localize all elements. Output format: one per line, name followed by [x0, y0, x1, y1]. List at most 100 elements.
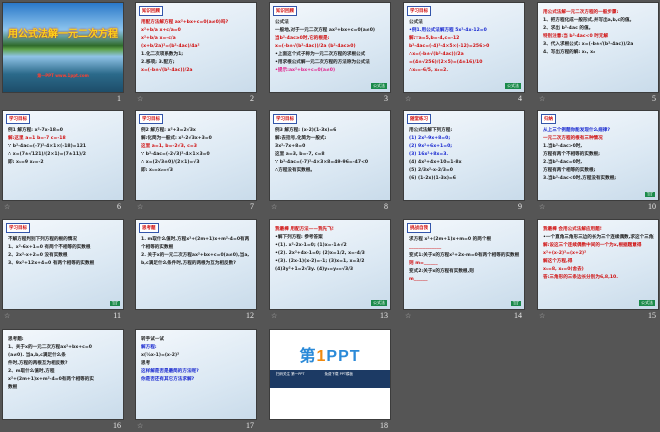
slide-number: 14 — [514, 311, 522, 320]
slide-text-line: 1.当b²-4ac>0时, — [543, 144, 583, 149]
slide-text-line: 解:设这三个连续偶数中间的一个为x,根据题意得 — [543, 243, 642, 248]
slide-text-line: x₁=8, x₂=0(舍去) — [543, 267, 584, 272]
slide-text-line: 2. 关于x的一元二次方程ax²+bx+c=0(a≠0),当a, — [141, 253, 250, 258]
slide-number: 12 — [246, 311, 254, 320]
slide-badge: 公式法 — [371, 83, 387, 89]
slide-text-line: 解:去括号,化简为一般式: — [275, 136, 327, 141]
slide-text-line: 1.化二次项系数为1; — [141, 52, 184, 57]
slide-thumbnail-7[interactable]: 学习目标例2 解方程: x²+3=2√3x 解:化简为一般式: x²-2√3x+3… — [136, 111, 256, 200]
slide-text-line: (a≠0). 当a,b,c满足什么条 — [8, 353, 66, 358]
slide-body: 用配方法解方程 ax²+bx+c=0(a≠0)吗? x²+b/a x+c/a=0 x… — [141, 19, 252, 75]
slide-text-line: 例2 解方程: x²+3=2√3x — [141, 128, 196, 133]
slide-text-line: 用公式法解一元二次方程的一般步骤: — [543, 10, 619, 15]
slide-text-line: 则 m=______ — [409, 261, 438, 266]
slide-thumbnail-4[interactable]: 学习目标 公式法 •例1.用公式法解方程 5x²-4x-12=0 解:∵a=5,b=-… — [404, 3, 524, 92]
animation-star-icon[interactable]: ☆ — [271, 203, 277, 211]
animation-star-icon[interactable]: ☆ — [137, 95, 143, 103]
animation-star-icon[interactable]: ☆ — [4, 312, 10, 320]
animation-star-icon[interactable]: ☆ — [539, 312, 545, 320]
animation-star-icon[interactable]: ☆ — [539, 95, 545, 103]
slide-body: 例3 解方程: (x-2)(1-3x)=6 解:去括号,化简为一般式: 3x²-7x… — [275, 127, 386, 175]
slide-text-line: 公式法 — [409, 20, 423, 25]
slide-text-line: 解:这里 a=1 b=-7 c=-18 — [8, 136, 66, 141]
slide-thumbnail-9[interactable]: 随堂练习 用公式法解下列方程: (1) 2x²-9x+8=0; (2) 9x²+6x+… — [404, 111, 524, 200]
slide-text-line: 你是否还有其它方法求解? — [141, 377, 195, 382]
slide-text-line: 这里 a=3, b=-7, c=8 — [275, 152, 325, 157]
slide-thumbnail-13[interactable]: 我最棒 用配方法——我先飞! •解下列方程: 参考答案 •(1). x²-2x-1=… — [270, 220, 390, 309]
slide-text-line: •(2). 2x²+4x-1=0; (2)x=1/2, x=-4/3 — [275, 251, 365, 256]
slide-thumbnail-12[interactable]: 思考题 1. m取什么值时,方程x²+(2m+1)x+m²-4=0有两 个相等的实数… — [136, 220, 256, 309]
slide-text-line: 解这个方程,得 — [543, 259, 573, 264]
slide-number: 7 — [250, 202, 254, 211]
slide-body: 转手试一试 解方程: x(½x-1)=(x-2)² 思考 这样解是否是最简的方法呢? 你是… — [141, 336, 252, 384]
slide-thumbnail-1[interactable]: 用公式法解一元二次方程 第一PPT www.1ppt.com — [3, 3, 123, 92]
slide-badge: 公式法 — [505, 83, 521, 89]
slide-text-line: m______ — [409, 277, 428, 282]
slide-number: 2 — [250, 94, 254, 103]
slide-text-line: ∵ b²-4ac=(-7)²-4×1×(-18)=121 — [8, 144, 87, 149]
slide-thumbnail-10[interactable]: 归纳 从上三个例题你能发现什么规律? 一元二次方程的根有三种情况 1.当b²-4ac>… — [538, 111, 658, 200]
slide-text-line: 2、求出 b²-4ac 的值。 — [543, 26, 594, 31]
slide-text-line: (4)3y²+1=2√3y. (4)y₁=y₂=√3/3 — [275, 267, 354, 272]
slide-thumbnail-3[interactable]: 知识回顾 公式法 一般地,对于一元二次方程 ax²+bx+c=0(a≠0) 当b²-4… — [270, 3, 390, 92]
slide-text-line: x²+(2m+1)x+m²-4=0有两个相等的实 — [8, 377, 94, 382]
animation-star-icon[interactable]: ☆ — [271, 312, 277, 320]
slide-thumbnail-8[interactable]: 学习目标 例3 解方程: (x-2)(1-3x)=6 解:去括号,化简为一般式: 3x… — [270, 111, 390, 200]
slide-text-line: •(3). (2x-1)(x-2)=-1; (3)x=1, x=3/2 — [275, 259, 365, 264]
slide-text-line: (x+b/2a)²=(b²-4ac)/4a² — [141, 44, 200, 49]
animation-star-icon[interactable]: ☆ — [539, 203, 545, 211]
slide-thumbnail-2[interactable]: 知识回顾 用配方法解方程 ax²+bx+c=0(a≠0)吗? x²+b/a x+c/… — [136, 3, 256, 92]
slide-thumbnail-18[interactable]: 第1PPT 扫码关注 第一PPT 免费下载 PPT模板 — [270, 330, 390, 419]
slide-thumbnail-6[interactable]: 学习目标 例1 解方程: x²-7x-18=0 解:这里 a=1 b=-7 c=-1… — [3, 111, 123, 200]
animation-star-icon[interactable]: ☆ — [405, 95, 411, 103]
slide-text-line: (5) 2/3x²-x-2/3=0 — [409, 168, 453, 173]
slide-text-line: 用配方法解方程 ax²+bx+c=0(a≠0)吗? — [141, 20, 229, 25]
slide-thumbnail-5[interactable]: 用公式法解一元二次方程的一般步骤: 1、把方程化成一般形式,并写出a,b,c的值。… — [538, 3, 658, 92]
slide-text-line: •用求根公式解一元二次方程的方法称为公式法 — [275, 60, 370, 65]
slide-thumbnail-14[interactable]: 挑战自我 求方程 x²+(2m+1)x+m=0 的两个根 _____________… — [404, 220, 524, 309]
animation-star-icon[interactable]: ☆ — [405, 312, 411, 320]
slide-text-line: x²+b/a x=-c/a — [141, 36, 176, 41]
slide-text-line: 数根 — [8, 385, 18, 390]
slide-text-line: •上面这个式子称为一元二次方程的求根公式 — [275, 52, 366, 57]
animation-star-icon[interactable]: ☆ — [137, 422, 143, 430]
slide-thumbnail-17[interactable]: 转手试一试 解方程: x(½x-1)=(x-2)² 思考 这样解是否是最简的方法呢? 你是… — [136, 330, 256, 419]
slide-text-line: 1、x²-6x+1=0 有两个不相等的实数根 — [8, 245, 91, 250]
slide-text-line: 1. m取什么值时,方程x²+(2m+1)x+m²-4=0有两 — [141, 237, 250, 242]
slide-header: 归纳 — [541, 114, 556, 124]
slide-header: 学习目标 — [139, 114, 163, 124]
slide-number: 3 — [384, 94, 388, 103]
slide-text-line: 解:化简为一般式: x²-2√3x+3=0 — [141, 136, 212, 141]
slide-text-line: (6) (1-2x)(1-3x)=6 — [409, 176, 456, 181]
slide-text-line: ______________ — [409, 245, 442, 250]
slide-body: 用公式法解下列方程: (1) 2x²-9x+8=0; (2) 9x²+6x+1=0;… — [409, 127, 520, 183]
slide-text-line: 2.当b²-4ac=0时, — [543, 160, 583, 165]
info-band: 扫码关注 第一PPT 免费下载 PPT模板 — [270, 370, 390, 388]
slide-body: 我最棒 用配方法——我先飞! •解下列方程: 参考答案 •(1). x²-2x-1=… — [275, 226, 386, 274]
slide-text-line: 答:三角形的三条边长分别为6,8,10. — [543, 275, 618, 280]
slide-text-line: 变式2:关于x的方程有实数根,则 — [409, 269, 474, 274]
slide-badge: TIT — [109, 301, 120, 306]
animation-star-icon[interactable]: ☆ — [137, 203, 143, 211]
slide-number: 15 — [648, 311, 656, 320]
slide-thumbnail-11[interactable]: 学习目标不解方程判别下列方程的根的情况 1、x²-6x+1=0 有两个不相等的实数… — [3, 220, 123, 309]
slide-thumbnail-15[interactable]: 我最棒 会用公式法解应用题! •一个直角三角形三边的长为三个连续偶数,求这个三角形… — [538, 220, 658, 309]
slide-text-line: ∴ x=(2√3±0)/(2×1)=√3 — [141, 160, 200, 165]
slide-thumbnail-16[interactable]: 思考题: 1、关于x的一元二次方程ax²+bx+c=0 (a≠0). 当a,b,c满… — [3, 330, 123, 419]
slide-text-line: 3x²-7x+8=0 — [275, 144, 306, 149]
slide-text-line: 一般地,对于一元二次方程 ax²+bx+c=0(a≠0) — [275, 28, 376, 33]
slide-text-line: x²+(x-2)²=(x+2)² — [543, 251, 587, 256]
slide-text-line: 2、m取什么值时,方程 — [8, 369, 55, 374]
slide-badge: TIT — [644, 192, 655, 197]
logo-part: 第 — [299, 348, 317, 365]
slide-text-line: 即: x₁=9 x₂=-2 — [8, 160, 44, 165]
slide-number: 4 — [518, 94, 522, 103]
animation-star-icon[interactable]: ☆ — [4, 203, 10, 211]
slide-header: 思考题 — [139, 223, 159, 233]
slide-text-line: 用公式法解下列方程: — [409, 128, 453, 133]
slide-body: 公式法 一般地,对于一元二次方程 ax²+bx+c=0(a≠0) 当b²-4ac≥0… — [275, 19, 386, 75]
slide-text-line: x=(-b±√(b²-4ac))/2a (b²-4ac≥0) — [275, 44, 356, 49]
slide-header: 学习目标 — [6, 223, 30, 233]
slide-text-line: 解方程: — [141, 345, 157, 350]
slide-body: 不解方程判别下列方程的根的情况 1、x²-6x+1=0 有两个不相等的实数根 2、2… — [8, 236, 119, 268]
